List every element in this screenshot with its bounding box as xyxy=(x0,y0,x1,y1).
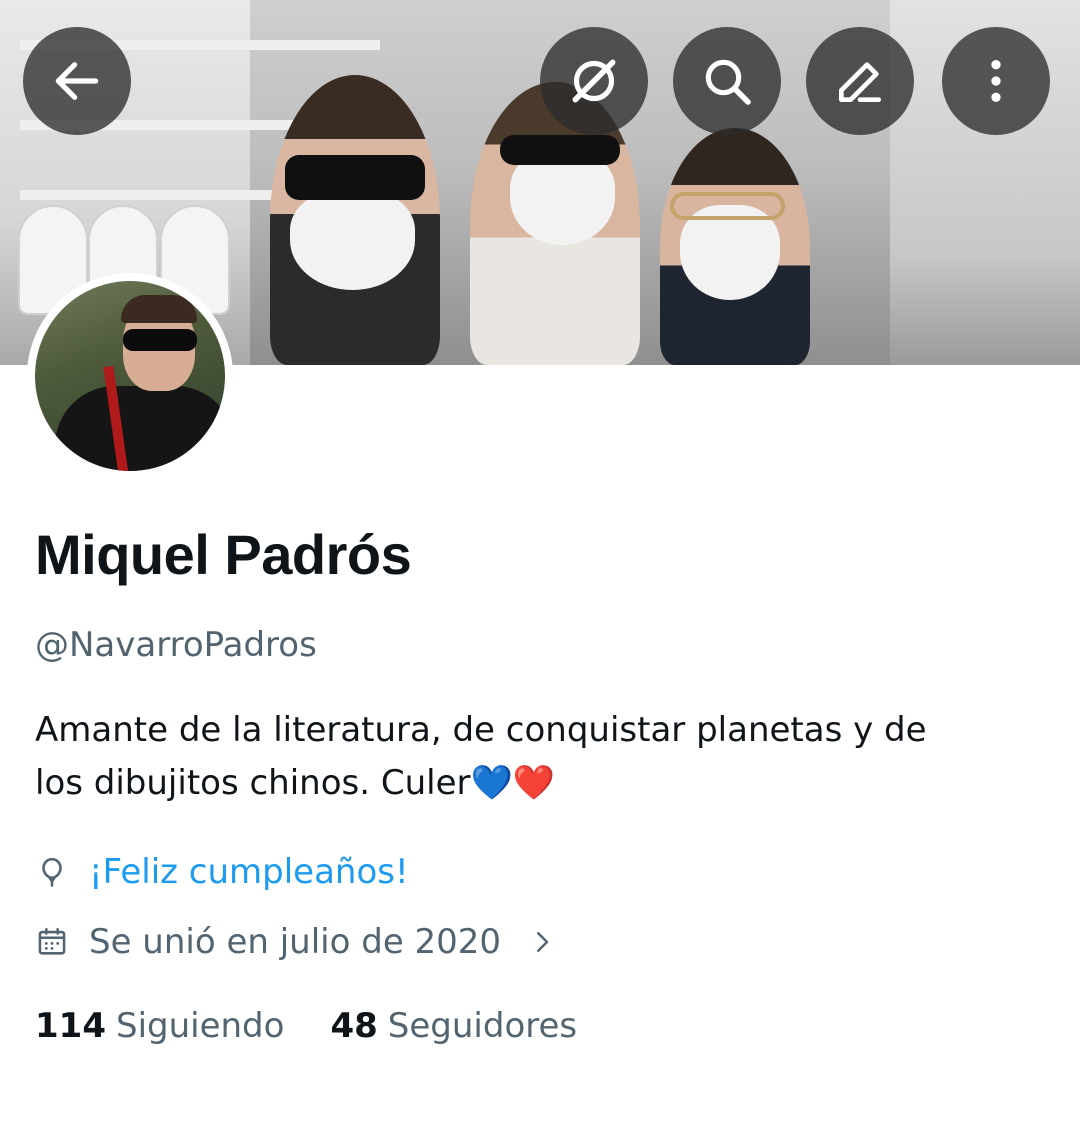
back-arrow-icon xyxy=(55,62,99,100)
birthday-link[interactable]: ¡Feliz cumpleaños! xyxy=(89,852,409,892)
avatar-hair xyxy=(121,295,197,323)
bio-line-2: los dibujitos chinos. Culer xyxy=(35,763,471,803)
following-link[interactable]: 114 Siguiendo xyxy=(35,1006,284,1046)
edit-icon xyxy=(839,62,881,102)
more-vertical-icon xyxy=(991,60,1001,102)
search-button[interactable] xyxy=(673,27,781,135)
birthday-row: ¡Feliz cumpleaños! xyxy=(35,852,409,892)
grok-button[interactable] xyxy=(540,27,648,135)
profile-name: Miquel Padrós xyxy=(35,523,412,586)
profile-bio: Amante de la literatura, de conquistar p… xyxy=(35,704,1045,810)
joined-row[interactable]: Se unió en julio de 2020 xyxy=(35,922,557,962)
following-label: Siguiendo xyxy=(115,1006,285,1046)
search-icon xyxy=(705,59,751,105)
red-heart-emoji: ❤️ xyxy=(512,763,556,803)
more-options-button[interactable] xyxy=(942,27,1050,135)
banner-sunglasses xyxy=(285,155,425,200)
followers-count: 48 xyxy=(330,1006,378,1046)
avatar-photo xyxy=(35,281,225,471)
back-button[interactable] xyxy=(23,27,131,135)
followers-label: Seguidores xyxy=(387,1006,578,1046)
banner-sunglasses xyxy=(500,135,620,165)
avatar-sunglasses xyxy=(123,329,197,351)
banner-face-mask xyxy=(290,190,415,290)
followers-link[interactable]: 48 Seguidores xyxy=(330,1006,577,1046)
follow-stats: 114 Siguiendo 48 Seguidores xyxy=(35,1006,577,1046)
edit-button[interactable] xyxy=(806,27,914,135)
blue-heart-emoji: 💙 xyxy=(470,763,513,803)
avatar-body xyxy=(55,386,225,471)
profile-handle: @NavarroPadros xyxy=(35,625,317,665)
balloon-icon xyxy=(42,857,62,887)
grok-icon xyxy=(572,59,616,103)
banner-glasses xyxy=(670,192,785,220)
bio-line-1: Amante de la literatura, de conquistar p… xyxy=(35,710,927,750)
avatar[interactable] xyxy=(27,273,233,479)
calendar-icon xyxy=(38,927,66,955)
following-count: 114 xyxy=(35,1006,106,1046)
chevron-right-icon xyxy=(537,932,549,952)
joined-date: Se unió en julio de 2020 xyxy=(89,922,502,962)
